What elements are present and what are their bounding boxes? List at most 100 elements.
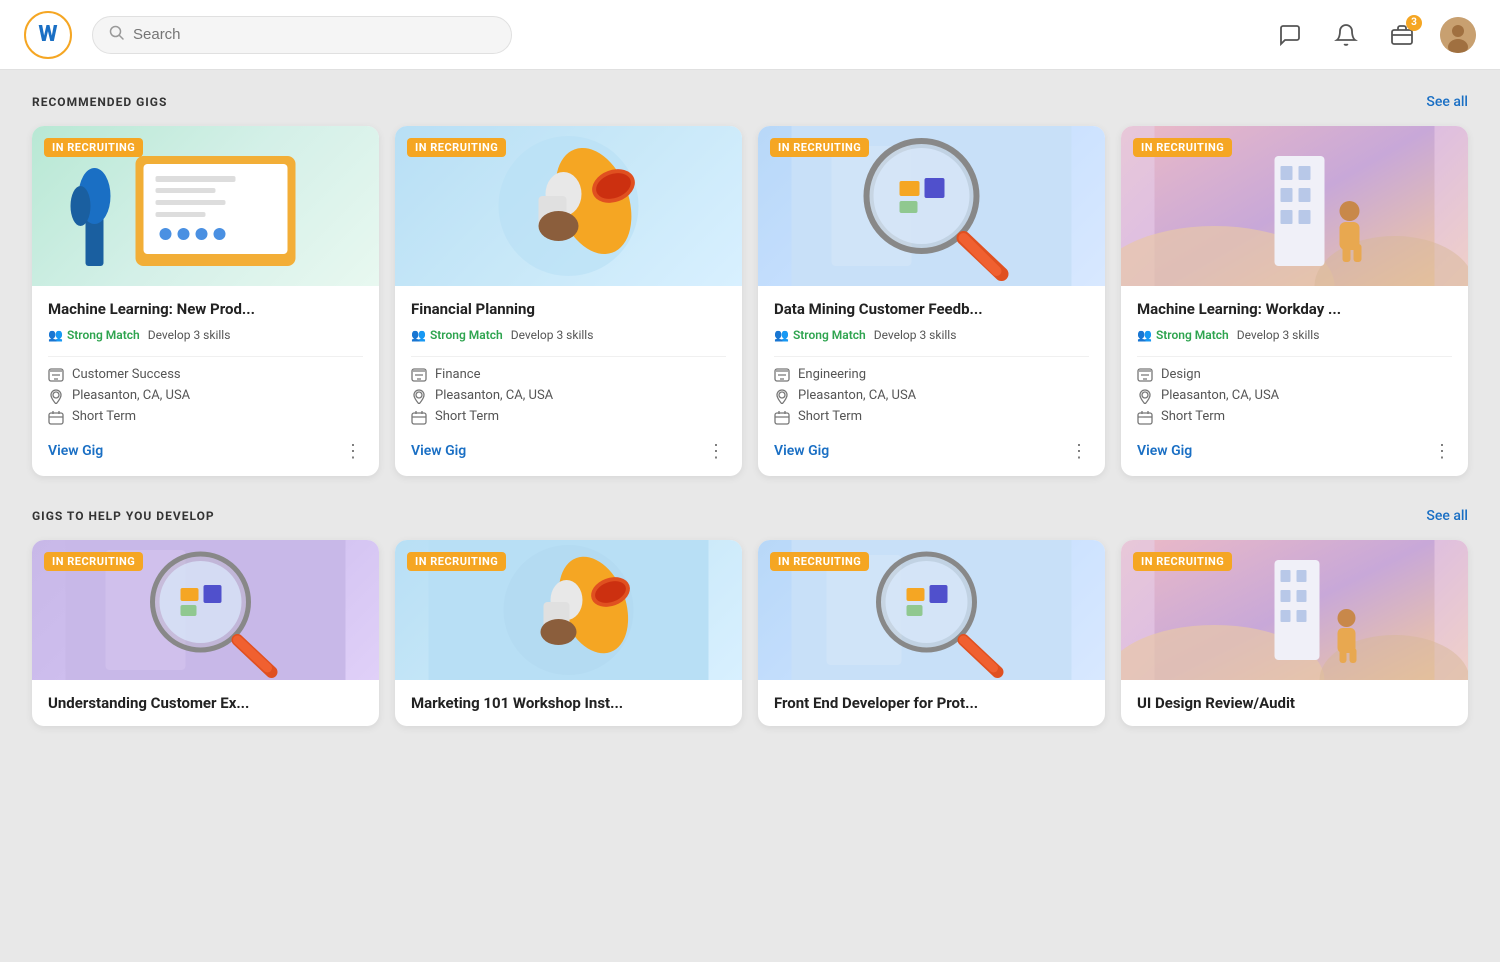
develop-gigs-section: GIGS TO HELP YOU DEVELOP See all IN RECR…: [32, 508, 1468, 726]
card-ml-duration: Short Term: [48, 409, 363, 425]
card-fp-match: 👥 Strong Match Develop 3 skills: [411, 328, 726, 342]
card-fp-location: Pleasanton, CA, USA: [411, 388, 726, 404]
card-wd-image: IN RECRUITING: [1121, 126, 1468, 286]
card-mkt-title: Marketing 101 Workshop Inst...: [411, 694, 726, 712]
view-gig-fp[interactable]: View Gig: [411, 443, 466, 459]
card-ml-location: Pleasanton, CA, USA: [48, 388, 363, 404]
card-dm-location: Pleasanton, CA, USA: [774, 388, 1089, 404]
recruiting-badge-wd: IN RECRUITING: [1133, 138, 1232, 157]
card-uce-image: IN RECRUITING: [32, 540, 379, 680]
see-all-recommended[interactable]: See all: [1426, 94, 1468, 110]
see-all-develop[interactable]: See all: [1426, 508, 1468, 524]
card-ml-match-label: 👥 Strong Match: [48, 328, 140, 342]
card-ml-develop: Develop 3 skills: [148, 328, 231, 342]
card-mkt: IN RECRUITING Marketing 101 Workshop Ins…: [395, 540, 742, 726]
card-mkt-body: Marketing 101 Workshop Inst...: [395, 680, 742, 726]
card-uce-body: Understanding Customer Ex...: [32, 680, 379, 726]
recruiting-badge-ml: IN RECRUITING: [44, 138, 143, 157]
search-bar[interactable]: [92, 16, 512, 54]
card-dm-title: Data Mining Customer Feedb...: [774, 300, 1089, 320]
card-wd-develop: Develop 3 skills: [1237, 328, 1320, 342]
card-mkt-image: IN RECRUITING: [395, 540, 742, 680]
card-wd-location: Pleasanton, CA, USA: [1137, 388, 1452, 404]
card-ml-meta: Customer Success Pleasanton, CA, USA Sho…: [48, 367, 363, 425]
view-gig-ml[interactable]: View Gig: [48, 443, 103, 459]
card-uid-body: UI Design Review/Audit: [1121, 680, 1468, 726]
section-title-develop: GIGS TO HELP YOU DEVELOP: [32, 509, 215, 523]
card-wd-match: 👥 Strong Match Develop 3 skills: [1137, 328, 1452, 342]
card-fp-category: Finance: [411, 367, 726, 383]
search-input[interactable]: [133, 26, 495, 43]
more-btn-dm[interactable]: ⋮: [1070, 441, 1089, 462]
card-uce-title: Understanding Customer Ex...: [48, 694, 363, 712]
card-wd-body: Machine Learning: Workday ... 👥 Strong M…: [1121, 286, 1468, 476]
card-fed-body: Front End Developer for Prot...: [758, 680, 1105, 726]
section-title-recommended: RECOMMENDED GIGS: [32, 95, 167, 109]
card-fed: IN RECRUITING Front End Developer: [758, 540, 1105, 726]
card-fed-image: IN RECRUITING: [758, 540, 1105, 680]
briefcase-icon-btn[interactable]: 3: [1384, 17, 1420, 53]
more-btn-wd[interactable]: ⋮: [1433, 441, 1452, 462]
card-wd: IN RECRUITING: [1121, 126, 1468, 476]
chat-icon-btn[interactable]: [1272, 17, 1308, 53]
recruiting-badge-fp: IN RECRUITING: [407, 138, 506, 157]
card-fp-match-label: 👥 Strong Match: [411, 328, 503, 342]
card-fp: IN RECRUITING: [395, 126, 742, 476]
card-ml-body: Machine Learning: New Prod... 👥 Strong M…: [32, 286, 379, 476]
card-dm-match: 👥 Strong Match Develop 3 skills: [774, 328, 1089, 342]
card-dm-develop: Develop 3 skills: [874, 328, 957, 342]
card-wd-footer: View Gig ⋮: [1137, 437, 1452, 462]
card-dm-footer: View Gig ⋮: [774, 437, 1089, 462]
card-ml-divider: [48, 356, 363, 357]
card-uid-title: UI Design Review/Audit: [1137, 694, 1452, 712]
card-wd-divider: [1137, 356, 1452, 357]
card-ml: IN RECRUITING: [32, 126, 379, 476]
more-btn-ml[interactable]: ⋮: [344, 441, 363, 462]
section-header-develop: GIGS TO HELP YOU DEVELOP See all: [32, 508, 1468, 524]
logo[interactable]: W: [24, 11, 72, 59]
logo-text: W: [38, 24, 57, 46]
search-icon: [109, 25, 125, 45]
card-dm-match-label: 👥 Strong Match: [774, 328, 866, 342]
card-fp-develop: Develop 3 skills: [511, 328, 594, 342]
badge-count: 3: [1406, 15, 1422, 31]
view-gig-dm[interactable]: View Gig: [774, 443, 829, 459]
recruiting-badge-uce: IN RECRUITING: [44, 552, 143, 571]
user-avatar[interactable]: [1440, 17, 1476, 53]
card-ml-footer: View Gig ⋮: [48, 437, 363, 462]
recruiting-badge-mkt: IN RECRUITING: [407, 552, 506, 571]
develop-cards-grid: IN RECRUITING Understanding Custo: [32, 540, 1468, 726]
nav-icons: 3: [1272, 17, 1476, 53]
match-icon-wd: 👥: [1137, 328, 1152, 342]
card-uid-image: IN RECRUITING: [1121, 540, 1468, 680]
navbar: W 3: [0, 0, 1500, 70]
card-dm-divider: [774, 356, 1089, 357]
card-wd-title: Machine Learning: Workday ...: [1137, 300, 1452, 320]
recruiting-badge-uid: IN RECRUITING: [1133, 552, 1232, 571]
card-fp-footer: View Gig ⋮: [411, 437, 726, 462]
bell-icon-btn[interactable]: [1328, 17, 1364, 53]
more-btn-fp[interactable]: ⋮: [707, 441, 726, 462]
match-icon-dm: 👥: [774, 328, 789, 342]
card-fed-title: Front End Developer for Prot...: [774, 694, 1089, 712]
card-ml-category: Customer Success: [48, 367, 363, 383]
match-icon-fp: 👥: [411, 328, 426, 342]
card-uce: IN RECRUITING Understanding Custo: [32, 540, 379, 726]
recommended-cards-grid: IN RECRUITING: [32, 126, 1468, 476]
card-fp-image: IN RECRUITING: [395, 126, 742, 286]
card-fp-duration: Short Term: [411, 409, 726, 425]
recruiting-badge-fed: IN RECRUITING: [770, 552, 869, 571]
card-fp-meta: Finance Pleasanton, CA, USA Short Term: [411, 367, 726, 425]
card-wd-match-label: 👥 Strong Match: [1137, 328, 1229, 342]
main-content: RECOMMENDED GIGS See all IN RECRUITING: [0, 70, 1500, 782]
card-dm-body: Data Mining Customer Feedb... 👥 Strong M…: [758, 286, 1105, 476]
card-ml-match: 👥 Strong Match Develop 3 skills: [48, 328, 363, 342]
view-gig-wd[interactable]: View Gig: [1137, 443, 1192, 459]
card-dm-duration: Short Term: [774, 409, 1089, 425]
card-dm-meta: Engineering Pleasanton, CA, USA Short Te…: [774, 367, 1089, 425]
match-icon-ml: 👥: [48, 328, 63, 342]
card-wd-meta: Design Pleasanton, CA, USA Short Term: [1137, 367, 1452, 425]
card-ml-image: IN RECRUITING: [32, 126, 379, 286]
card-uid: IN RECRUITING: [1121, 540, 1468, 726]
card-fp-body: Financial Planning 👥 Strong Match Develo…: [395, 286, 742, 476]
